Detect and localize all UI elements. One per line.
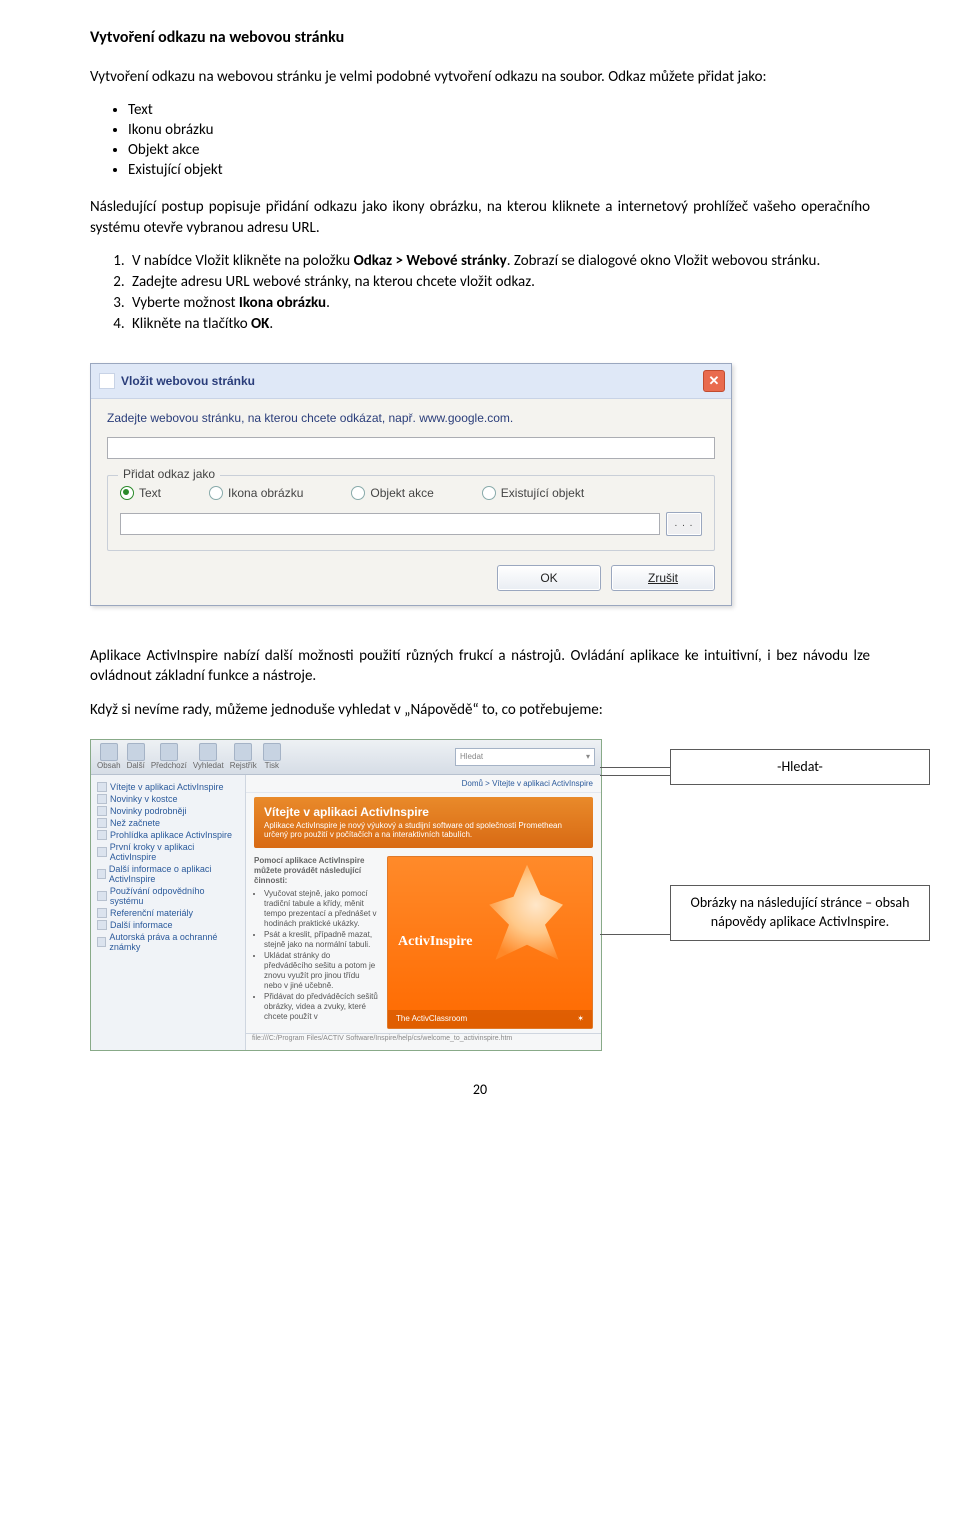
flame-icon [482,865,572,965]
tree-item[interactable]: Další informace o aplikaci ActivInspire [93,863,243,885]
dialog-icon [99,373,115,389]
list-item: Psát a kreslit, případně mazat, stejně j… [264,930,379,950]
radio-existing-object[interactable]: Existující objekt [482,486,584,500]
tree-icon [97,830,107,840]
radio-action-object[interactable]: Objekt akce [351,486,433,500]
hero-banner: Vítejte v aplikaci ActivInspire Aplikace… [254,797,593,848]
tree-item[interactable]: Prohlídka aplikace ActivInspire [93,829,243,841]
toolbar-item[interactable]: Předchozí [151,743,187,770]
tree-icon [97,818,107,828]
radio-dot-icon [482,486,496,500]
tree-icon [97,891,107,901]
brand-logo: ActivInspire [398,934,472,950]
help-search-input[interactable]: Hledat▾ [455,748,595,766]
tree-icon [97,908,107,918]
help-navigation-tree: Vítejte v aplikaci ActivInspire Novinky … [91,775,246,1050]
paragraph: Aplikace ActivInspire nabízí další možno… [90,646,870,687]
radio-dot-icon [209,486,223,500]
toolbar-icon [263,743,281,761]
callout-images: Obrázky na následující stránce – obsah n… [670,885,930,941]
radio-text[interactable]: Text [120,486,161,500]
hero-title: Vítejte v aplikaci ActivInspire [264,805,583,819]
toolbar-icon [100,743,118,761]
numbered-steps: V nabídce Vložit klikněte na položku Odk… [128,252,870,333]
tree-item[interactable]: Novinky v kostce [93,793,243,805]
content-intro: Pomocí aplikace ActivInspire můžete prov… [254,856,379,1029]
callout-search: -Hledat- [670,749,930,786]
dialog-title: Vložit webovou stránku [121,374,255,388]
tree-icon [97,937,106,947]
toolbar-item[interactable]: Obsah [97,743,121,770]
tree-icon [97,782,107,792]
dialog-titlebar: Vložit webovou stránku ✕ [91,364,731,399]
toolbar-icon [160,743,178,761]
radio-label: Ikona obrázku [228,486,303,500]
doc-heading: Vytvoření odkazu na webovou stránku [90,28,870,47]
list-item: Ikonu obrázku [128,121,870,139]
tree-icon [97,920,107,930]
close-icon: ✕ [709,373,720,389]
tree-item[interactable]: První kroky v aplikaci ActivInspire [93,841,243,863]
breadcrumb: Domů > Vítejte v aplikaci ActivInspire [246,775,601,793]
toolbar-item[interactable]: Rejstřík [230,743,257,770]
tree-item[interactable]: Další informace [93,919,243,931]
promo-footer: The ActivClassroom✶ [388,1010,592,1028]
list-item: Zadejte adresu URL webové stránky, na kt… [128,273,870,291]
list-item: Přidávat do předváděcích sešitů obrázky,… [264,992,379,1022]
toolbar-icon [199,743,217,761]
radio-dot-icon [120,486,134,500]
fieldset-legend: Přidat odkaz jako [118,467,220,481]
page-number: 20 [90,1081,870,1098]
dialog-description: Zadejte webovou stránku, na kterou chcet… [107,411,715,425]
tree-item[interactable]: Používání odpovědního systému [93,885,243,907]
hero-subtitle: Aplikace ActivInspire je nový výukový a … [264,821,583,840]
status-bar: file:///C:/Program Files/ACTIV Software/… [246,1033,601,1050]
list-item: Objekt akce [128,141,870,159]
list-item: Existující objekt [128,161,870,179]
list-item: Vyučovat stejně, jako pomocí tradiční ta… [264,889,379,929]
radio-label: Existující objekt [501,486,584,500]
add-link-as-fieldset: Přidat odkaz jako Text Ikona obrázku Obj… [107,475,715,551]
browse-button[interactable]: . . . [666,512,702,536]
tree-icon [97,806,107,816]
tree-icon [97,847,107,857]
ok-button[interactable]: OK [497,565,601,591]
activinspire-help-screenshot: Obsah Další Předchozí Vyhledat Rejstřík … [90,739,602,1051]
tree-item[interactable]: Než začnete [93,817,243,829]
toolbar-item[interactable]: Tisk [263,743,281,770]
list-item: Text [128,101,870,119]
secondary-input[interactable] [120,513,660,535]
toolbar-item[interactable]: Vyhledat [193,743,224,770]
tree-icon [97,794,107,804]
tree-item[interactable]: Autorská práva a ochranné známky [93,931,243,953]
intro-paragraph: Vytvoření odkazu na webovou stránku je v… [90,67,870,87]
close-button[interactable]: ✕ [703,370,725,392]
list-item: Klikněte na tlačítko OK. [128,315,870,333]
promo-image: ActivInspire The ActivClassroom✶ [387,856,593,1029]
bullet-list: Text Ikonu obrázku Objekt akce Existujíc… [128,101,870,179]
toolbar-icon [127,743,145,761]
list-item: V nabídce Vložit klikněte na položku Odk… [128,252,870,270]
paragraph: Když si nevíme rady, můžeme jednoduše vy… [90,700,870,720]
radio-label: Text [139,486,161,500]
search-dropdown-icon: ▾ [586,752,590,761]
list-item: Ukládat stránky do předváděcího sešitu a… [264,951,379,991]
tree-item[interactable]: Vítejte v aplikaci ActivInspire [93,781,243,793]
toolbar-item[interactable]: Další [127,743,145,770]
paragraph: Následující postup popisuje přidání odka… [90,197,870,238]
radio-dot-icon [351,486,365,500]
radio-image-icon[interactable]: Ikona obrázku [209,486,303,500]
toolbar-icon [234,743,252,761]
help-toolbar: Obsah Další Předchozí Vyhledat Rejstřík … [91,740,601,775]
insert-webpage-dialog: Vložit webovou stránku ✕ Zadejte webovou… [90,363,732,606]
cancel-button[interactable]: Zrušit [611,565,715,591]
tree-item[interactable]: Novinky podrobněji [93,805,243,817]
list-item: Vyberte možnost Ikona obrázku. [128,294,870,312]
tree-item[interactable]: Referenční materiály [93,907,243,919]
tree-icon [97,869,106,879]
radio-label: Objekt akce [370,486,433,500]
url-input[interactable] [107,437,715,459]
